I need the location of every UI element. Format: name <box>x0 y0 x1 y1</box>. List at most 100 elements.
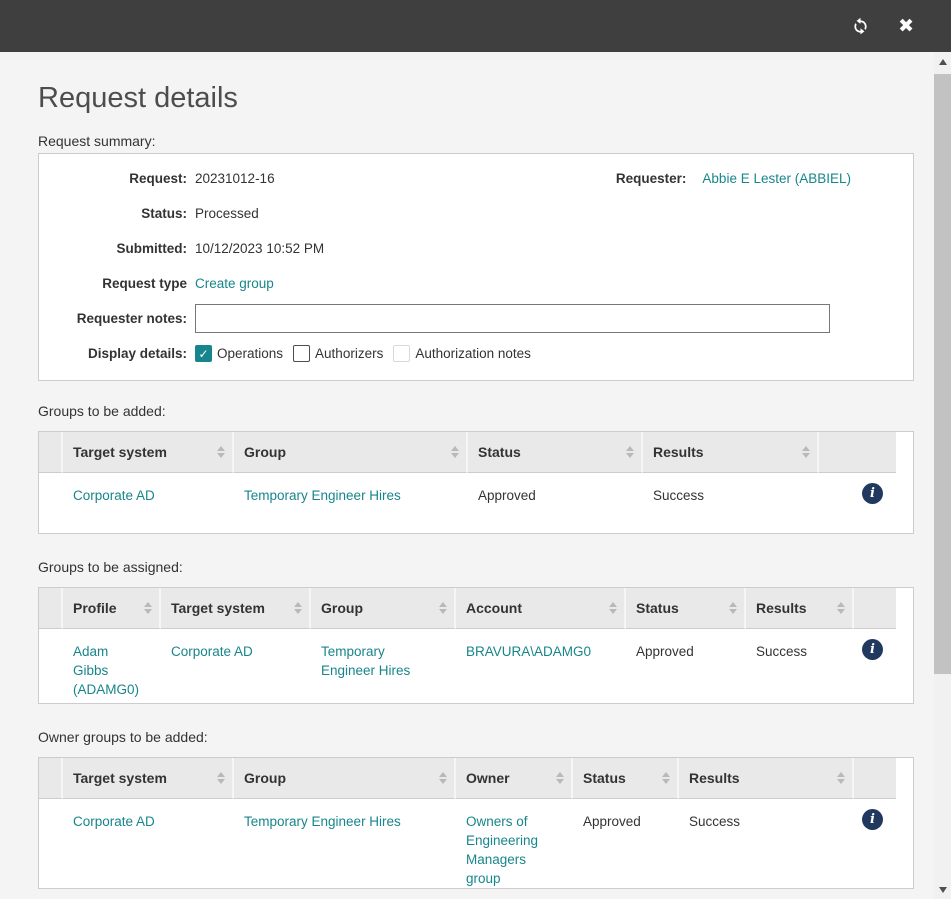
group-cell: Temporary Engineer Hires <box>311 629 456 703</box>
sort-icon[interactable] <box>556 772 564 784</box>
groups-assigned-label: Groups to be assigned: <box>38 559 914 575</box>
request-summary-label: Request summary: <box>38 133 914 149</box>
authorization-notes-checkbox <box>393 345 410 362</box>
sort-icon[interactable] <box>217 772 225 784</box>
status-cell: Approved <box>468 473 643 533</box>
authorizers-checkbox[interactable] <box>293 345 310 362</box>
groups-added-table: Target system Group Status Results Corpo… <box>38 431 914 534</box>
close-icon[interactable]: ✖ <box>898 17 914 36</box>
requester-group: Requester: Abbie E Lester (ABBIEL) <box>616 171 913 186</box>
display-details-row: Display details: Operations Authorizers … <box>39 336 913 371</box>
owner-link[interactable]: Owners of Engineering Managers group <box>466 814 538 886</box>
request-details-page: Request details Request summary: Request… <box>0 79 951 889</box>
sort-icon[interactable] <box>837 602 845 614</box>
scrollbar-thumb[interactable] <box>934 74 951 674</box>
profile-cell: Adam Gibbs (ADAMG0) <box>63 629 161 703</box>
scroll-up-icon[interactable] <box>934 53 951 70</box>
col-header-group[interactable]: Group <box>234 758 456 799</box>
request-label: Request: <box>39 171 187 186</box>
sort-icon[interactable] <box>837 772 845 784</box>
info-icon[interactable]: i <box>862 483 883 504</box>
info-icon[interactable]: i <box>862 639 883 660</box>
sort-icon[interactable] <box>729 602 737 614</box>
sort-icon[interactable] <box>609 602 617 614</box>
col-header-results[interactable]: Results <box>643 432 819 473</box>
info-cell: i <box>854 799 896 888</box>
col-header-group[interactable]: Group <box>234 432 468 473</box>
info-icon[interactable]: i <box>862 809 883 830</box>
col-header-info <box>819 432 896 473</box>
refresh-icon[interactable] <box>850 16 871 37</box>
requester-link[interactable]: Abbie E Lester (ABBIEL) <box>702 171 851 186</box>
authorization-notes-option: Authorization notes <box>393 345 531 362</box>
col-header-group[interactable]: Group <box>311 588 456 629</box>
col-header-results[interactable]: Results <box>679 758 854 799</box>
scroll-down-icon[interactable] <box>934 881 951 898</box>
owner-cell: Owners of Engineering Managers group <box>456 799 573 888</box>
dialog-titlebar: ✖ <box>0 0 951 52</box>
sort-icon[interactable] <box>802 446 810 458</box>
col-header-profile[interactable]: Profile <box>63 588 161 629</box>
account-cell: BRAVURA\ADAMG0 <box>456 629 626 703</box>
target-system-cell: Corporate AD <box>63 473 234 533</box>
sort-icon[interactable] <box>626 446 634 458</box>
col-header-target-system[interactable]: Target system <box>63 432 234 473</box>
col-header-account[interactable]: Account <box>456 588 626 629</box>
info-cell: i <box>819 473 896 533</box>
target-system-link[interactable]: Corporate AD <box>171 644 253 659</box>
groups-assigned-table: Profile Target system Group Account Stat… <box>38 587 914 704</box>
vertical-scrollbar[interactable] <box>934 52 951 899</box>
submitted-value: 10/12/2023 10:52 PM <box>195 241 324 256</box>
status-label: Status: <box>39 206 187 221</box>
target-system-cell: Corporate AD <box>63 799 234 888</box>
status-row: Status: Processed <box>39 196 913 231</box>
operations-checkbox[interactable] <box>195 345 212 362</box>
owner-groups-added-table: Target system Group Owner Status Results… <box>38 757 914 889</box>
col-header-status[interactable]: Status <box>573 758 679 799</box>
col-header-results[interactable]: Results <box>746 588 854 629</box>
request-row: Request: 20231012-16 Requester: Abbie E … <box>39 161 913 196</box>
sort-icon[interactable] <box>439 602 447 614</box>
sort-icon[interactable] <box>662 772 670 784</box>
target-system-link[interactable]: Corporate AD <box>73 488 155 503</box>
results-cell: Success <box>679 799 854 888</box>
requester-notes-input[interactable] <box>195 304 830 333</box>
results-cell: Success <box>643 473 819 533</box>
info-cell: i <box>854 629 896 703</box>
request-type-label: Request type <box>39 276 187 291</box>
target-system-link[interactable]: Corporate AD <box>73 814 155 829</box>
status-cell: Approved <box>573 799 679 888</box>
col-header-status[interactable]: Status <box>626 588 746 629</box>
owner-groups-added-label: Owner groups to be added: <box>38 729 914 745</box>
col-header-status[interactable]: Status <box>468 432 643 473</box>
profile-link[interactable]: Adam Gibbs (ADAMG0) <box>73 644 139 697</box>
sort-icon[interactable] <box>217 446 225 458</box>
submitted-row: Submitted: 10/12/2023 10:52 PM <box>39 231 913 266</box>
requester-notes-label: Requester notes: <box>39 311 187 326</box>
col-header-target-system[interactable]: Target system <box>161 588 311 629</box>
group-link[interactable]: Temporary Engineer Hires <box>244 814 401 829</box>
sort-icon[interactable] <box>439 772 447 784</box>
sort-icon[interactable] <box>451 446 459 458</box>
authorization-notes-checkbox-label: Authorization notes <box>415 346 531 361</box>
table-row-spacer <box>39 799 63 888</box>
operations-checkbox-label: Operations <box>217 346 283 361</box>
table-row-spacer <box>39 473 63 533</box>
authorizers-option: Authorizers <box>293 345 383 362</box>
request-type-link[interactable]: Create group <box>195 276 274 291</box>
sort-icon[interactable] <box>144 602 152 614</box>
group-cell: Temporary Engineer Hires <box>234 799 456 888</box>
group-link[interactable]: Temporary Engineer Hires <box>244 488 401 503</box>
submitted-label: Submitted: <box>39 241 187 256</box>
account-link[interactable]: BRAVURA\ADAMG0 <box>466 644 591 659</box>
request-summary-panel: Request: 20231012-16 Requester: Abbie E … <box>38 153 914 381</box>
col-header-info <box>854 588 896 629</box>
group-cell: Temporary Engineer Hires <box>234 473 468 533</box>
col-header-owner[interactable]: Owner <box>456 758 573 799</box>
col-header-info <box>854 758 896 799</box>
col-header-target-system[interactable]: Target system <box>63 758 234 799</box>
operations-option: Operations <box>195 345 283 362</box>
sort-icon[interactable] <box>294 602 302 614</box>
display-details-options: Operations Authorizers Authorization not… <box>195 345 531 362</box>
group-link[interactable]: Temporary Engineer Hires <box>321 644 410 678</box>
